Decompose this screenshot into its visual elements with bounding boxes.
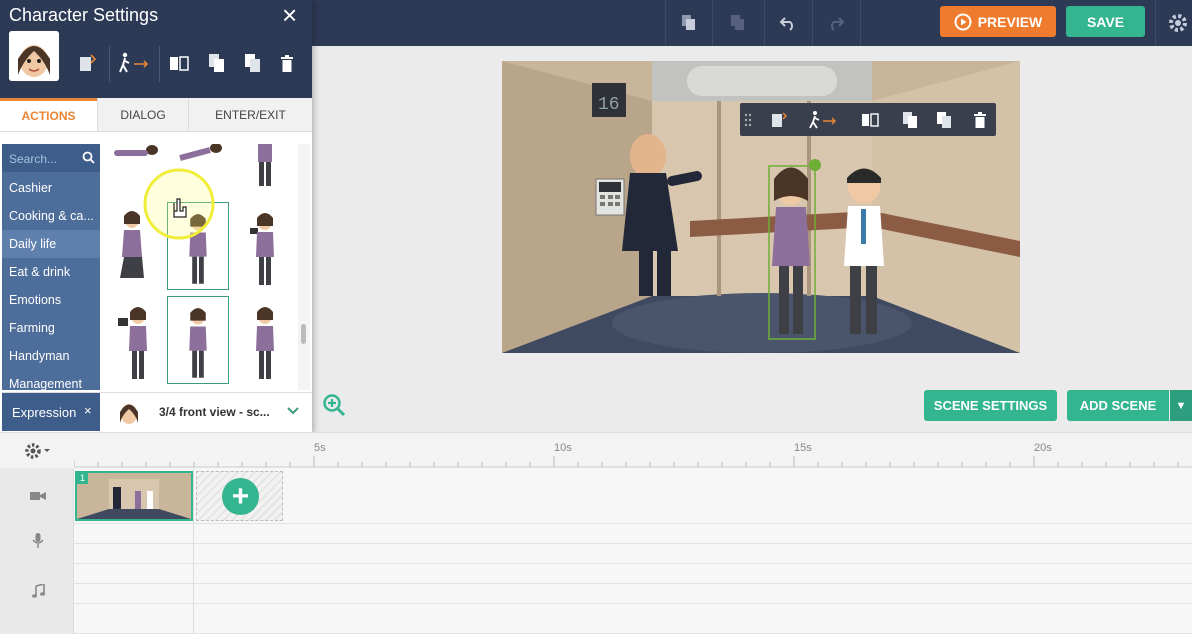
category-item-emotions[interactable]: Emotions <box>2 286 100 314</box>
trash-icon[interactable] <box>968 108 992 132</box>
paste-icon[interactable] <box>720 0 756 46</box>
gear-icon[interactable] <box>1160 0 1192 46</box>
expression-label: Expression × <box>2 393 100 431</box>
character-settings-panel: Character Settings × ACTIONS DIALOG ENTE… <box>0 0 312 432</box>
flip-icon[interactable] <box>858 108 882 132</box>
timeline-ruler[interactable]: 5s 10s 15s 20s <box>74 438 1192 468</box>
scene-divider <box>193 468 194 634</box>
microphone-icon <box>30 533 46 549</box>
toolbar-divider <box>1155 0 1156 46</box>
clear-expression-icon[interactable]: × <box>84 403 92 418</box>
scene-number-badge: 1 <box>77 473 88 484</box>
category-search-input[interactable]: Search... <box>2 144 100 172</box>
music-track <box>74 564 1192 584</box>
category-item-handyman[interactable]: Handyman <box>2 342 100 370</box>
paste-icon[interactable] <box>240 50 266 76</box>
paste-icon[interactable] <box>932 108 956 132</box>
expression-selector[interactable]: Expression × 3/4 front view - sc... <box>2 392 312 431</box>
track-labels <box>0 468 74 634</box>
scene-thumbnail[interactable]: 1 <box>75 471 193 521</box>
pose-grid-scrollbar[interactable] <box>298 144 310 390</box>
panel-title: Character Settings <box>9 5 159 25</box>
preview-button[interactable]: PREVIEW <box>940 6 1056 37</box>
flip-icon[interactable] <box>166 50 192 76</box>
expression-face-icon <box>120 404 138 424</box>
character-avatar[interactable] <box>9 31 59 81</box>
music-note-icon <box>30 583 46 599</box>
music-track <box>74 584 1192 604</box>
pose-thumbnail[interactable] <box>234 144 296 188</box>
category-item-daily-life[interactable]: Daily life <box>2 230 100 258</box>
search-icon <box>82 151 95 164</box>
category-item-cooking[interactable]: Cooking & ca... <box>2 202 100 230</box>
category-item-cashier[interactable]: Cashier <box>2 174 100 202</box>
ruler-label-10s: 10s <box>554 442 572 454</box>
pose-thumbnail-selected[interactable] <box>167 296 229 384</box>
toolbar-divider <box>159 46 160 82</box>
add-scene-dropdown[interactable]: ▼ <box>1170 390 1192 421</box>
character-floating-toolbar <box>740 103 996 136</box>
tab-enter-exit[interactable]: ENTER/EXIT <box>188 98 312 131</box>
scrollbar-thumb[interactable] <box>301 324 306 344</box>
play-icon <box>954 13 972 30</box>
pose-thumbnail[interactable] <box>234 202 296 290</box>
pose-thumbnail[interactable] <box>104 144 166 162</box>
scene-settings-button[interactable]: SCENE SETTINGS <box>924 390 1057 421</box>
category-item-management[interactable]: Management <box>2 370 100 390</box>
toolbar-divider <box>109 46 110 82</box>
chevron-down-icon: ▼ <box>1175 399 1187 412</box>
expression-label-text: Expression <box>12 405 77 420</box>
music-track <box>74 604 1192 634</box>
swap-character-icon[interactable] <box>767 108 791 132</box>
cursor-highlight-icon <box>143 168 215 240</box>
voice-track <box>74 524 1192 544</box>
preview-label: PREVIEW <box>977 13 1043 30</box>
category-list: Search... Cashier Cooking & ca... Daily … <box>2 144 100 390</box>
ruler-label-20s: 20s <box>1034 442 1052 454</box>
copy-icon[interactable] <box>898 108 922 132</box>
panel-header: Character Settings × <box>0 0 312 100</box>
ruler-label-15s: 15s <box>794 442 812 454</box>
video-camera-icon <box>30 488 46 504</box>
panel-tabs: ACTIONS DIALOG ENTER/EXIT <box>0 98 312 132</box>
copy-icon[interactable] <box>671 0 707 46</box>
swap-character-icon[interactable] <box>74 50 100 76</box>
category-item-eat-drink[interactable]: Eat & drink <box>2 258 100 286</box>
add-scene-button[interactable]: ADD SCENE <box>1067 390 1169 421</box>
category-item-farming[interactable]: Farming <box>2 314 100 342</box>
timeline-settings-gear-icon[interactable] <box>24 441 54 461</box>
toolbar-divider <box>812 0 813 46</box>
toolbar-divider <box>860 0 861 46</box>
walk-action-icon[interactable] <box>806 108 842 132</box>
expression-value: 3/4 front view - sc... <box>159 405 270 419</box>
chevron-down-icon[interactable] <box>287 403 299 418</box>
zoom-in-icon[interactable] <box>322 393 346 417</box>
svg-text:16: 16 <box>598 95 620 115</box>
add-scene-slot[interactable]: + <box>196 471 283 521</box>
pose-thumbnail[interactable] <box>234 296 296 384</box>
tab-dialog[interactable]: DIALOG <box>97 98 188 131</box>
voice-track <box>74 544 1192 564</box>
drag-handle-icon[interactable] <box>742 108 754 132</box>
plus-icon[interactable]: + <box>222 478 259 515</box>
pose-thumbnail[interactable] <box>104 296 166 384</box>
redo-icon[interactable] <box>818 0 854 46</box>
toolbar-divider <box>665 0 666 46</box>
pose-thumbnail[interactable] <box>170 144 232 162</box>
save-button[interactable]: SAVE <box>1066 6 1145 37</box>
toolbar-divider <box>764 0 765 46</box>
toolbar-divider <box>712 0 713 46</box>
copy-icon[interactable] <box>204 50 230 76</box>
close-icon[interactable]: × <box>282 2 297 28</box>
tab-actions[interactable]: ACTIONS <box>0 98 97 131</box>
trash-icon[interactable] <box>274 50 300 76</box>
ruler-label-5s: 5s <box>314 442 326 454</box>
walk-action-icon[interactable] <box>115 50 155 76</box>
undo-icon[interactable] <box>770 0 806 46</box>
search-placeholder: Search... <box>9 152 58 166</box>
